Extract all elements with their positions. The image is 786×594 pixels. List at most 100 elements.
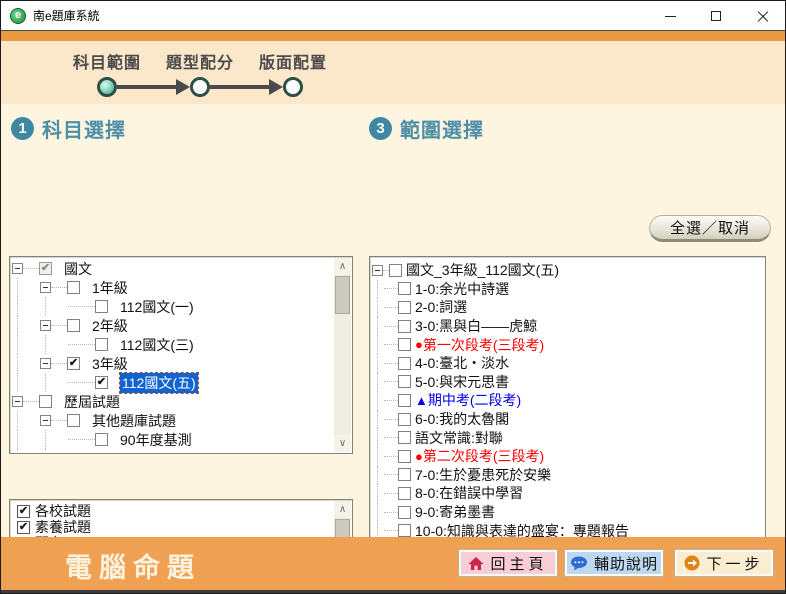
item-checkbox[interactable] — [398, 338, 411, 352]
help-button[interactable]: 輔助說明 — [564, 549, 664, 577]
item-checkbox[interactable] — [398, 282, 411, 296]
tree-item[interactable]: 7-0:生於憂患死於安樂 — [372, 465, 763, 485]
tree-item-label[interactable]: 91年度基測 — [120, 449, 192, 452]
tree-item-label[interactable]: 其他題庫試題 — [92, 411, 176, 431]
item-checkbox[interactable] — [398, 375, 411, 389]
tree-item-label[interactable]: 3-0:黑與白——虎鯨 — [415, 316, 537, 336]
tree-item[interactable]: 6-0:我的太魯閣 — [372, 409, 763, 429]
tree-item[interactable]: 1-0:余光中詩選 — [372, 279, 763, 299]
tree-item-label[interactable]: 1-0:余光中詩選 — [415, 279, 509, 299]
tree-item[interactable]: 8-0:在錯誤中學習 — [372, 484, 763, 503]
tree-item[interactable]: 其他題庫試題 — [12, 411, 333, 430]
scrollbar-thumb[interactable] — [335, 276, 350, 314]
tree-item[interactable]: 9-0:寄弟墨書 — [372, 502, 763, 522]
tree-item-label[interactable]: 國文 — [64, 259, 92, 279]
close-button[interactable] — [739, 1, 785, 31]
collapse-minus-icon[interactable] — [12, 263, 23, 274]
scroll-down-button[interactable]: ∨ — [334, 435, 351, 452]
item-checkbox[interactable] — [398, 300, 411, 314]
tree-item[interactable]: ▲ 期中考(二段考) — [372, 391, 763, 410]
scroll-up-button[interactable]: ∧ — [334, 501, 351, 518]
collapse-minus-icon[interactable] — [40, 282, 51, 293]
tree-item-label[interactable]: 2-0:詞選 — [415, 297, 467, 317]
item-checkbox[interactable] — [398, 319, 411, 333]
collapse-minus-icon[interactable] — [12, 396, 23, 407]
collapse-minus-icon[interactable] — [372, 264, 383, 276]
collapse-minus-icon[interactable] — [40, 415, 51, 426]
subject-tree-scrollbar[interactable]: ∧ ∨ — [334, 258, 351, 452]
tree-item[interactable]: ● 第二次段考(三段考) — [372, 446, 763, 466]
tree-item[interactable]: 91年度基測 — [12, 449, 333, 451]
tree-item[interactable]: 5-0:與宋元思書 — [372, 372, 763, 392]
tree-item-label[interactable]: 9-0:寄弟墨書 — [415, 502, 495, 522]
step-circle-3[interactable] — [283, 77, 303, 97]
tree-item[interactable]: 2年級 — [12, 316, 333, 335]
tree-item-label[interactable]: 112國文(五) — [119, 371, 199, 394]
item-checkbox[interactable] — [95, 300, 108, 313]
tree-item[interactable]: 語文常識:對聯 — [372, 428, 763, 447]
item-checkbox[interactable] — [398, 449, 411, 463]
step-circle-2[interactable] — [190, 77, 210, 97]
item-checkbox[interactable] — [398, 505, 411, 519]
item-checkbox[interactable] — [398, 393, 411, 407]
item-checkbox[interactable] — [67, 414, 80, 427]
item-checkbox[interactable] — [389, 263, 402, 277]
tree-item[interactable]: 2-0:詞選 — [372, 298, 763, 317]
select-all-toggle-button[interactable]: 全選／取消 — [649, 215, 771, 242]
tree-item[interactable]: 90年度基測 — [12, 430, 333, 449]
item-checkbox[interactable]: ✔ — [95, 376, 108, 389]
tree-item-label[interactable]: 第一次段考(三段考) — [423, 335, 544, 355]
tree-item-label[interactable]: 90年度基測 — [120, 430, 192, 450]
tree-item-label[interactable]: 112國文(三) — [120, 335, 194, 355]
item-checkbox[interactable] — [398, 431, 411, 445]
collapse-minus-icon[interactable] — [40, 358, 51, 369]
tree-item[interactable]: 歷屆試題 — [12, 392, 333, 411]
tree-item[interactable]: ● 第一次段考(三段考) — [372, 335, 763, 354]
tree-item-label[interactable]: 112國文(一) — [120, 297, 194, 317]
item-checkbox[interactable] — [67, 281, 80, 294]
step-circle-1-active[interactable] — [97, 77, 117, 97]
item-checkbox[interactable] — [398, 486, 411, 500]
tree-item-label[interactable]: 8-0:在錯誤中學習 — [415, 483, 523, 503]
tree-item-label[interactable]: 國文_3年級_112國文(五) — [406, 260, 559, 280]
tree-item[interactable]: ✔ 3年級 — [12, 354, 333, 373]
item-checkbox[interactable] — [95, 338, 108, 351]
scroll-up-button[interactable]: ∧ — [334, 258, 351, 275]
tree-item-label[interactable]: 7-0:生於憂患死於安樂 — [415, 465, 551, 485]
tree-item[interactable]: ✔ 國文 — [12, 259, 333, 278]
item-checkbox[interactable]: ✔ — [67, 357, 80, 370]
next-step-button[interactable]: 下一步 — [674, 549, 774, 577]
item-checkbox[interactable]: ✔ — [17, 520, 30, 534]
tree-item-label[interactable]: 語文常識:對聯 — [415, 428, 503, 448]
tree-item[interactable]: 3-0:黑與白——虎鯨 — [372, 316, 763, 336]
tree-item[interactable]: 112國文(三) — [12, 335, 333, 354]
home-button[interactable]: 回主頁 — [458, 549, 558, 577]
tree-item-label[interactable]: 4-0:臺北・淡水 — [415, 353, 509, 373]
tree-item-label[interactable]: 5-0:與宋元思書 — [415, 372, 509, 392]
tree-item[interactable]: 112國文(一) — [12, 297, 333, 316]
item-checkbox[interactable] — [398, 524, 411, 538]
tree-item[interactable]: ✔ 112國文(五) — [12, 371, 333, 394]
tree-item-label[interactable]: 期中考(二段考) — [428, 390, 521, 410]
tree-item-label[interactable]: 歷屆試題 — [64, 392, 120, 412]
item-checkbox[interactable]: ✔ — [17, 504, 30, 518]
tree-item-label[interactable]: 6-0:我的太魯閣 — [415, 409, 509, 429]
minimize-button[interactable] — [647, 1, 693, 31]
collapse-minus-icon[interactable] — [40, 320, 51, 331]
tree-guide-line — [377, 428, 389, 447]
tree-item[interactable]: 1年級 — [12, 278, 333, 297]
item-checkbox[interactable] — [95, 433, 108, 446]
tree-item[interactable]: 國文_3年級_112國文(五) — [372, 261, 763, 280]
item-checkbox[interactable] — [398, 468, 411, 482]
tree-item-label[interactable]: 1年級 — [92, 278, 128, 298]
item-checkbox[interactable] — [39, 395, 52, 408]
item-checkbox[interactable] — [398, 412, 411, 426]
tree-item[interactable]: 4-0:臺北・淡水 — [372, 353, 763, 373]
item-checkbox[interactable] — [398, 356, 411, 370]
tree-item-label[interactable]: 第二次段考(三段考) — [423, 446, 544, 466]
tree-item-label[interactable]: 2年級 — [92, 316, 128, 336]
maximize-button[interactable] — [693, 1, 739, 31]
item-checkbox[interactable] — [67, 319, 80, 332]
item-checkbox[interactable]: ✔ — [39, 262, 52, 275]
tree-item-label[interactable]: 3年級 — [92, 354, 128, 374]
